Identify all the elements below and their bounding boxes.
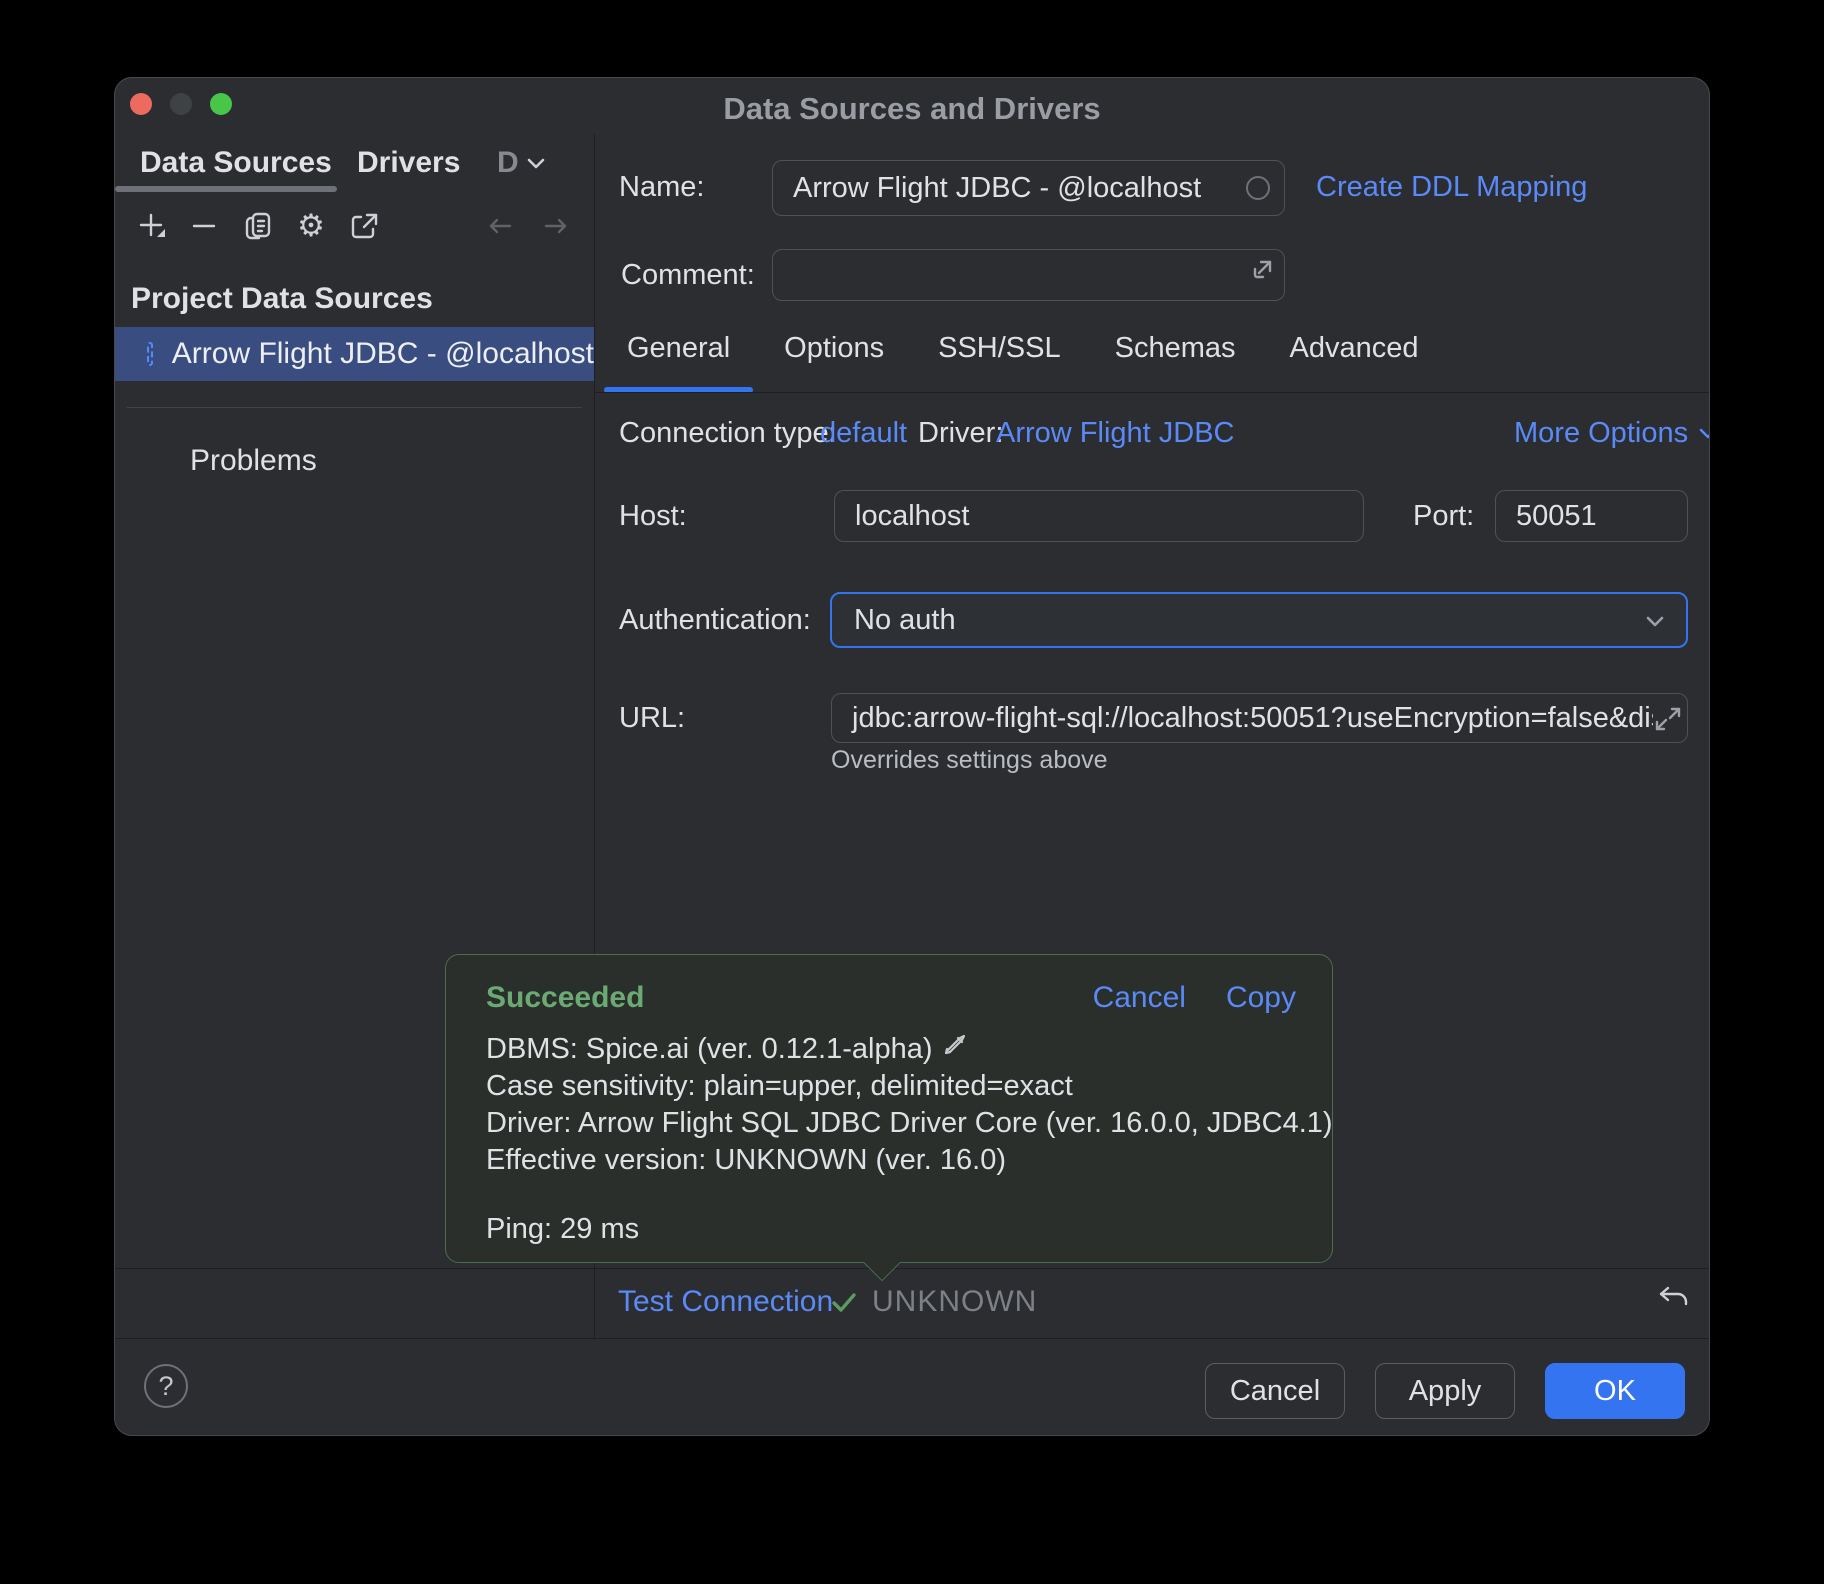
problems-item[interactable]: Problems	[190, 444, 317, 478]
data-sources-dialog: Data Sources and Drivers Data Sources Dr…	[114, 77, 1710, 1436]
window-title: Data Sources and Drivers	[115, 91, 1709, 127]
edit-pencil-icon[interactable]	[942, 1031, 968, 1068]
back-arrow-icon[interactable]	[483, 209, 517, 243]
connection-type-label: Connection type:	[619, 416, 837, 450]
name-input[interactable]: Arrow Flight JDBC - @localhost	[772, 160, 1285, 216]
comment-label: Comment:	[621, 258, 755, 292]
project-data-sources-header: Project Data Sources	[131, 282, 433, 316]
more-options-link[interactable]: More Options	[1514, 416, 1710, 450]
tab-general[interactable]: General	[600, 316, 757, 393]
connection-type-value[interactable]: default	[820, 416, 907, 450]
url-value: jdbc:arrow-flight-sql://localhost:50051?…	[832, 702, 1681, 735]
url-label: URL:	[619, 701, 685, 735]
active-tab-indicator	[115, 186, 337, 192]
host-value: localhost	[835, 500, 969, 533]
tab-data-sources[interactable]: Data Sources	[140, 144, 332, 182]
name-label: Name:	[619, 170, 704, 204]
test-row-top-divider	[115, 1268, 1710, 1269]
name-value: Arrow Flight JDBC - @localhost	[773, 172, 1201, 205]
tab-drivers[interactable]: Drivers	[357, 144, 460, 182]
tab-schemas[interactable]: Schemas	[1088, 316, 1263, 393]
host-label: Host:	[619, 499, 687, 533]
port-label: Port:	[1413, 499, 1474, 533]
settings-tabstrip: General Options SSH/SSL Schemas Advanced	[600, 316, 1446, 393]
popup-ping-line: Ping: 29 ms	[486, 1213, 639, 1246]
apply-button[interactable]: Apply	[1375, 1363, 1515, 1419]
popup-details: DBMS: Spice.ai (ver. 0.12.1-alpha) Case …	[486, 1031, 1333, 1179]
driver-label: Driver:	[918, 416, 1003, 450]
data-source-list-item[interactable]: Arrow Flight JDBC - @localhost	[115, 327, 594, 381]
url-hint: Overrides settings above	[831, 746, 1108, 775]
connection-status-text: UNKNOWN	[872, 1285, 1037, 1319]
tab-overflow-chevron-icon[interactable]	[523, 150, 549, 184]
test-connection-popup: Succeeded Cancel Copy DBMS: Spice.ai (ve…	[445, 954, 1333, 1263]
help-button[interactable]: ?	[144, 1364, 188, 1408]
gear-icon[interactable]: ⚙	[294, 209, 328, 243]
add-data-source-button[interactable]	[136, 209, 170, 243]
footer-divider	[115, 1338, 1710, 1339]
popup-cancel-link[interactable]: Cancel	[1093, 981, 1186, 1015]
ok-button[interactable]: OK	[1545, 1363, 1685, 1419]
popup-driver-line: Driver: Arrow Flight SQL JDBC Driver Cor…	[486, 1105, 1333, 1142]
popup-caret	[864, 1245, 901, 1282]
port-value: 50051	[1496, 500, 1597, 533]
driver-value-link[interactable]: Arrow Flight JDBC	[996, 416, 1235, 450]
popup-dbms-line: DBMS: Spice.ai (ver. 0.12.1-alpha)	[486, 1031, 932, 1068]
select-chevron-down-icon	[1642, 608, 1668, 634]
cancel-button[interactable]: Cancel	[1205, 1363, 1345, 1419]
expand-url-icon[interactable]	[1653, 704, 1683, 742]
popup-version-line: Effective version: UNKNOWN (ver. 16.0)	[486, 1142, 1333, 1179]
popup-status: Succeeded	[486, 981, 644, 1015]
expand-comment-icon[interactable]	[1250, 256, 1276, 290]
open-in-new-icon[interactable]	[347, 209, 381, 243]
help-question-icon: ?	[158, 1371, 173, 1402]
url-input[interactable]: jdbc:arrow-flight-sql://localhost:50051?…	[831, 693, 1688, 743]
data-source-label: Arrow Flight JDBC - @localhost	[172, 337, 594, 371]
forward-arrow-icon[interactable]	[539, 209, 573, 243]
success-check-icon	[827, 1285, 861, 1327]
remove-data-source-button[interactable]	[187, 209, 221, 243]
test-connection-link[interactable]: Test Connection	[618, 1285, 833, 1319]
name-loading-circle-icon	[1246, 176, 1270, 200]
authentication-select[interactable]: No auth	[830, 592, 1688, 648]
duplicate-icon[interactable]	[241, 209, 275, 243]
authentication-label: Authentication:	[619, 603, 811, 637]
popup-copy-link[interactable]: Copy	[1226, 981, 1296, 1015]
comment-input[interactable]	[772, 249, 1285, 301]
tab-ddl-truncated[interactable]: D	[497, 144, 519, 182]
port-input[interactable]: 50051	[1495, 490, 1688, 542]
sidebar-divider	[127, 407, 582, 408]
undo-icon[interactable]	[1655, 1280, 1691, 1324]
data-source-icon	[147, 342, 153, 366]
authentication-value: No auth	[832, 604, 956, 637]
more-options-label: More Options	[1514, 417, 1688, 450]
tab-ssh-ssl[interactable]: SSH/SSL	[911, 316, 1088, 393]
host-input[interactable]: localhost	[834, 490, 1364, 542]
tabstrip-divider	[594, 392, 1710, 393]
create-ddl-mapping-link[interactable]: Create DDL Mapping	[1316, 170, 1587, 204]
tab-options[interactable]: Options	[757, 316, 911, 393]
popup-case-line: Case sensitivity: plain=upper, delimited…	[486, 1068, 1333, 1105]
tab-advanced[interactable]: Advanced	[1263, 316, 1446, 393]
